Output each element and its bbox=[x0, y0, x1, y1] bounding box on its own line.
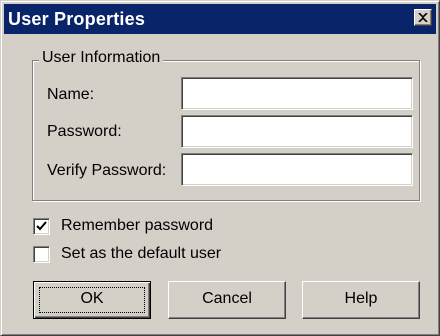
default-user-label: Set as the default user bbox=[61, 245, 222, 262]
help-button[interactable]: Help bbox=[302, 281, 420, 319]
default-user-box[interactable] bbox=[33, 246, 50, 263]
password-label: Password: bbox=[47, 123, 122, 140]
remember-password-label: Remember password bbox=[61, 217, 214, 234]
name-label: Name: bbox=[47, 86, 95, 103]
cancel-button[interactable]: Cancel bbox=[168, 281, 286, 319]
ok-button-label: OK bbox=[80, 290, 104, 307]
password-field[interactable] bbox=[181, 115, 413, 148]
verify-password-label: Verify Password: bbox=[47, 162, 167, 179]
cancel-button-label: Cancel bbox=[202, 290, 252, 307]
group-legend: User Information bbox=[39, 48, 164, 68]
close-button[interactable] bbox=[414, 9, 432, 26]
remember-password-box[interactable] bbox=[33, 218, 50, 235]
checkmark-icon bbox=[36, 221, 47, 231]
verify-password-field[interactable] bbox=[181, 153, 413, 186]
ok-button[interactable]: OK bbox=[33, 281, 151, 319]
close-icon bbox=[418, 13, 428, 22]
name-field[interactable] bbox=[181, 77, 413, 110]
title-bar[interactable]: User Properties bbox=[4, 4, 436, 34]
user-properties-dialog: User Properties User Information Name: P… bbox=[0, 0, 440, 336]
help-button-label: Help bbox=[344, 290, 378, 307]
window-title: User Properties bbox=[8, 9, 146, 29]
